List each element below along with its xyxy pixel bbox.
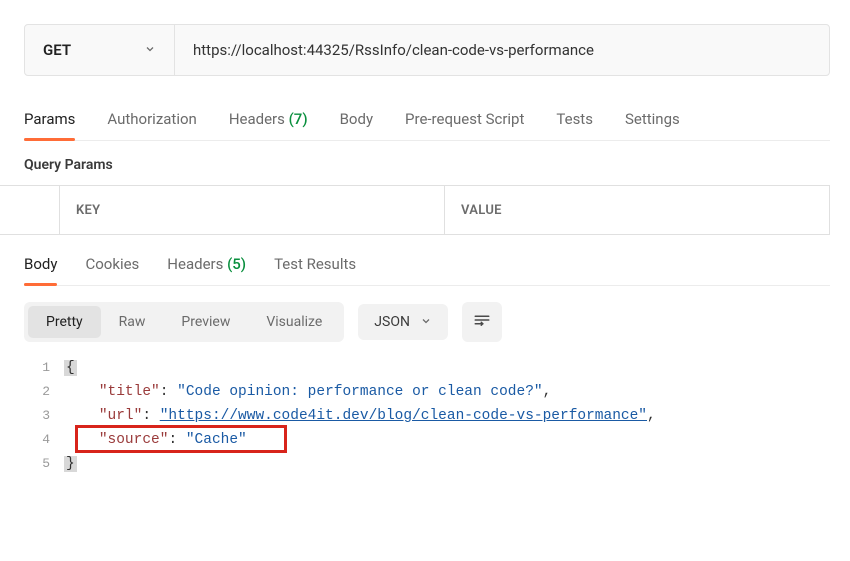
json-val-url: "https://www.code4it.dev/blog/clean-code… (160, 408, 647, 424)
wrap-icon (473, 311, 491, 333)
col-value: VALUE (444, 186, 829, 234)
line-num: 4 (24, 428, 50, 452)
tab-headers-count: (7) (289, 110, 308, 128)
tab-tests[interactable]: Tests (556, 110, 593, 140)
colon: : (142, 408, 159, 424)
tab-authorization[interactable]: Authorization (107, 110, 196, 140)
code-line: "title": "Code opinion: performance or c… (64, 380, 830, 404)
resp-tab-headers[interactable]: Headers (5) (167, 255, 246, 285)
code-line: { (64, 356, 830, 380)
body-format-label: JSON (374, 314, 410, 330)
body-view-controls: Pretty Raw Preview Visualize JSON (24, 302, 830, 342)
line-num: 2 (24, 380, 50, 404)
resp-tab-headers-label: Headers (167, 255, 223, 273)
response-body-code[interactable]: 1 2 3 4 5 { "title": "Code opinion: perf… (24, 356, 830, 476)
request-tabs: Params Authorization Headers (7) Body Pr… (24, 110, 830, 141)
brace-open: { (64, 360, 77, 376)
query-params-table: KEY VALUE (0, 185, 830, 235)
col-key: KEY (60, 203, 444, 218)
seg-preview[interactable]: Preview (163, 306, 248, 338)
comma: , (647, 408, 656, 424)
code-lines: { "title": "Code opinion: performance or… (64, 356, 830, 476)
resp-tab-cookies[interactable]: Cookies (85, 255, 139, 285)
http-method-dropdown[interactable]: GET (25, 25, 175, 75)
tab-req-body[interactable]: Body (340, 110, 373, 140)
tab-headers-label: Headers (229, 110, 285, 128)
table-gutter (0, 186, 60, 234)
json-key-title: "title" (99, 384, 160, 400)
tab-settings[interactable]: Settings (625, 110, 680, 140)
table-header-row: KEY VALUE (60, 186, 829, 234)
query-params-heading: Query Params (24, 141, 830, 185)
brace-close: } (64, 456, 77, 472)
http-method-label: GET (43, 41, 71, 59)
json-key-url: "url" (99, 408, 143, 424)
colon: : (160, 384, 177, 400)
json-val-source: "Cache" (186, 432, 247, 448)
json-key-source: "source" (99, 432, 169, 448)
comma: , (543, 384, 552, 400)
json-val-title: "Code opinion: performance or clean code… (177, 384, 542, 400)
line-gutter: 1 2 3 4 5 (24, 356, 64, 476)
code-line: "url": "https://www.code4it.dev/blog/cle… (64, 404, 830, 428)
seg-visualize[interactable]: Visualize (248, 306, 340, 338)
line-num: 5 (24, 452, 50, 476)
body-view-segmented: Pretty Raw Preview Visualize (24, 302, 344, 342)
request-url-field[interactable] (175, 25, 829, 75)
code-line: "source": "Cache" (64, 428, 830, 452)
colon: : (168, 432, 185, 448)
request-url-input[interactable] (193, 41, 811, 59)
seg-pretty[interactable]: Pretty (28, 306, 101, 338)
response-tabs: Body Cookies Headers (5) Test Results (24, 255, 830, 286)
resp-tab-headers-count: (5) (227, 255, 246, 273)
chevron-down-icon (420, 315, 432, 330)
body-format-dropdown[interactable]: JSON (358, 304, 448, 340)
request-bar: GET (24, 24, 830, 76)
tab-params[interactable]: Params (24, 110, 75, 140)
tab-pre-request[interactable]: Pre-request Script (405, 110, 524, 140)
line-num: 1 (24, 356, 50, 380)
code-line: } (64, 452, 830, 476)
wrap-lines-button[interactable] (462, 302, 502, 342)
tab-headers[interactable]: Headers (7) (229, 110, 308, 140)
chevron-down-icon (144, 43, 156, 58)
resp-tab-body[interactable]: Body (24, 255, 57, 285)
line-num: 3 (24, 404, 50, 428)
resp-tab-test-results[interactable]: Test Results (274, 255, 356, 285)
seg-raw[interactable]: Raw (101, 306, 164, 338)
